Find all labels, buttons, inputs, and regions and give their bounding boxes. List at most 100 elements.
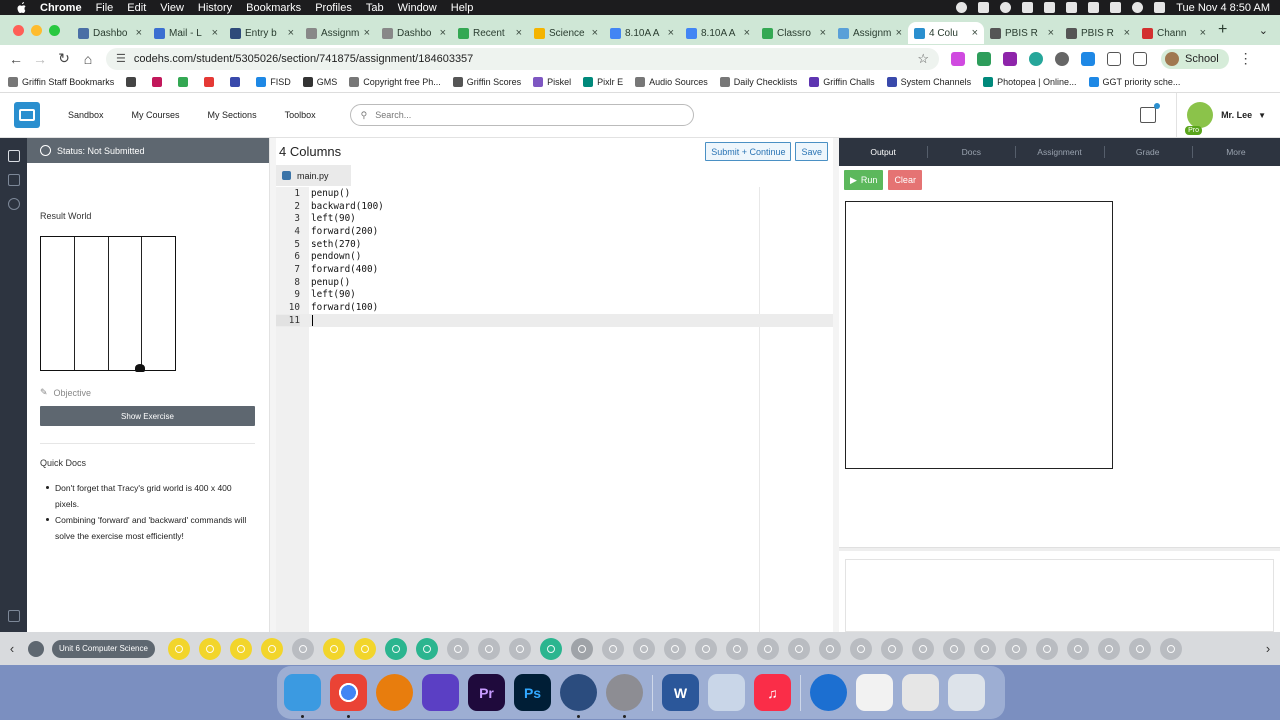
progress-dot[interactable] [911,637,934,660]
menu-history[interactable]: History [198,2,232,14]
bookmark-item[interactable]: Photopea | Online... [983,77,1077,87]
chevron-left-icon[interactable]: ‹ [2,641,22,656]
bookmark-item[interactable]: GGT priority sche... [1088,77,1180,87]
progress-dot[interactable] [353,637,376,660]
code-line[interactable]: 3 left(90) [276,212,833,225]
progress-dot[interactable] [818,637,841,660]
progress-dot[interactable] [508,637,531,660]
minimize-window-button[interactable] [31,24,42,36]
progress-dot[interactable] [167,637,190,660]
run-button[interactable]: ▶ Run [844,170,884,190]
display-icon[interactable] [1066,2,1078,13]
close-tab-icon[interactable]: × [668,27,674,39]
progress-dot[interactable] [849,637,872,660]
progress-dot[interactable] [1159,637,1182,660]
tab-search-icon[interactable] [1133,51,1147,66]
unit-pill[interactable]: Unit 6 Computer Science [52,639,155,658]
extension-icon[interactable] [1003,51,1017,66]
code-line[interactable]: 4 forward(200) [276,225,833,238]
progress-dot[interactable] [570,637,593,660]
close-window-button[interactable] [13,24,24,36]
browser-tab[interactable]: Mail - L × [148,22,224,44]
objective-link[interactable]: ✎ Objective [40,387,91,398]
s-icon[interactable] [1022,2,1034,13]
nav-toolbox[interactable]: Toolbox [285,110,316,120]
bookmark-item[interactable]: FISD [256,77,291,87]
browser-tab[interactable]: Dashbo × [72,22,148,44]
quicktime-icon[interactable] [560,674,597,718]
screen-icon[interactable] [978,2,990,13]
spotlight-icon[interactable] [1132,2,1144,13]
close-tab-icon[interactable]: × [516,27,522,39]
browser-tab[interactable]: Classro × [756,22,832,44]
preview-icon[interactable] [708,674,745,711]
word-icon[interactable]: W [662,674,699,711]
close-tab-icon[interactable]: × [1048,27,1054,39]
bookmark-item[interactable] [230,77,244,87]
blender-icon[interactable] [376,674,413,711]
document-thumbnail-icon[interactable] [856,674,893,711]
premiere-icon[interactable]: Pr [468,674,505,711]
progress-dot[interactable] [539,637,562,660]
browser-tab[interactable]: Assignm × [832,22,908,44]
close-tab-icon[interactable]: × [820,27,826,39]
imovie-icon[interactable] [422,674,459,711]
extension-icon[interactable] [1029,51,1043,66]
progress-dot[interactable] [291,637,314,660]
home-icon[interactable] [28,640,44,657]
trash-icon[interactable] [948,674,985,711]
bookmark-item[interactable]: GMS [302,77,337,87]
search-input[interactable]: ⚲ Search... [349,104,694,126]
close-tab-icon[interactable]: × [136,27,142,39]
system-settings-icon[interactable] [606,674,643,718]
console-splitter[interactable] [839,547,1280,551]
browser-tab[interactable]: PBIS R × [984,22,1060,44]
bookmark-item[interactable]: Audio Sources [635,77,708,87]
code-line[interactable]: 8 penup() [276,276,833,289]
menu-edit[interactable]: Edit [127,2,146,14]
code-line[interactable]: 11 [276,314,833,327]
code-area[interactable]: 1 penup() 2 backward(100) 3 left(90) 4 forward(… [276,187,833,632]
extension-icon[interactable] [977,51,991,66]
bookmark-item[interactable] [126,77,140,87]
browser-tab[interactable]: Entry b × [224,22,300,44]
progress-dot[interactable] [632,637,655,660]
codehs-logo-icon[interactable] [14,102,40,128]
progress-dot[interactable] [1066,637,1089,660]
screenshot-thumbnail-icon[interactable] [902,674,939,711]
turtle-canvas[interactable] [845,201,1113,469]
bookmark-item[interactable] [178,77,192,87]
zoom-window-button[interactable] [49,24,60,36]
menu-app[interactable]: Chrome [40,2,82,14]
wifi-icon[interactable] [1088,2,1100,13]
code-line[interactable]: 2 backward(100) [276,200,833,213]
code-line[interactable]: 5 seth(270) [276,238,833,251]
more-menu-icon[interactable]: ⋮ [1239,50,1253,67]
bookmark-item[interactable]: Griffin Scores [452,77,521,87]
bookmark-item[interactable]: Griffin Staff Bookmarks [8,77,114,87]
menu-window[interactable]: Window [398,2,437,14]
photoshop-icon[interactable]: Ps [514,674,551,711]
close-tab-icon[interactable]: × [592,27,598,39]
progress-dot[interactable] [694,637,717,660]
browser-tab[interactable]: Chann × [1136,22,1212,44]
nav-sandbox[interactable]: Sandbox [68,110,104,120]
browser-tab[interactable]: Science × [528,22,604,44]
progress-dot[interactable] [229,637,252,660]
progress-dot[interactable] [663,637,686,660]
progress-dot[interactable] [446,637,469,660]
browser-tab[interactable]: 8.10A A × [680,22,756,44]
progress-dot[interactable] [322,637,345,660]
browser-tab[interactable]: Dashbo × [376,22,452,44]
progress-dot[interactable] [260,637,283,660]
finder-icon[interactable] [284,674,321,718]
bookmark-item[interactable] [204,77,218,87]
extension-icon[interactable] [1081,51,1095,66]
panel-toggle-icon[interactable] [7,610,20,622]
browser-tab[interactable]: Assignm × [300,22,376,44]
tab-docs[interactable]: Docs [927,138,1015,166]
bookmark-item[interactable]: Copyright free Ph... [349,77,441,87]
app-icon[interactable] [1044,2,1056,13]
code-line[interactable]: 10 forward(100) [276,301,833,314]
profile-button[interactable]: School [1161,48,1229,69]
